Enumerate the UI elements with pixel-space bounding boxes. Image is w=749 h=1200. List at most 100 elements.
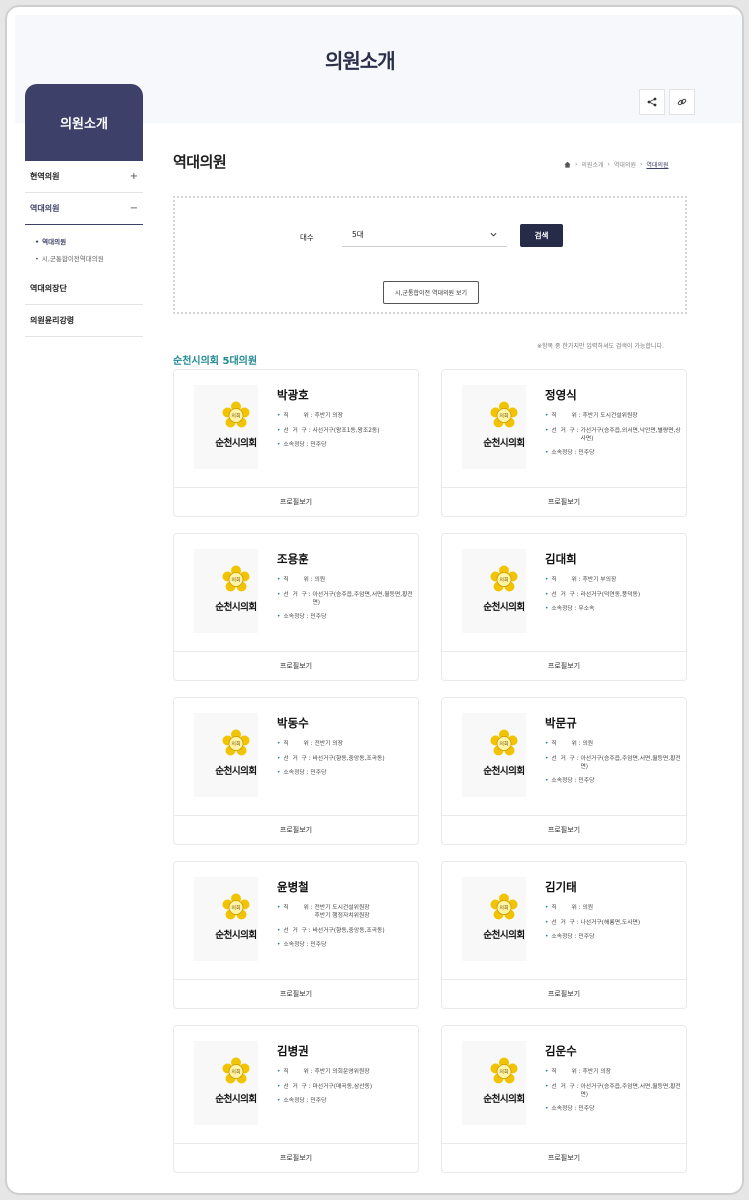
position-value: 후반기 의장	[314, 413, 343, 419]
district-label: 선 거 구 :	[283, 591, 313, 598]
district-row: • 선 거 구 : 아선거구(승주읍,주암면,서면,월등면,황전면)	[545, 755, 683, 771]
sidebar-item-ethics-code[interactable]: 의원윤리강령	[25, 305, 143, 337]
position-value: 의원	[582, 741, 594, 747]
profile-button[interactable]: 프로필보기	[174, 815, 418, 844]
position-label: 직 위 :	[283, 1069, 315, 1075]
profile-button[interactable]: 프로필보기	[174, 651, 418, 680]
party-label: 소속정당 :	[551, 1106, 579, 1112]
district-row: • 선 거 구 : 아선거구(승주읍,주암면,서면,월등면,황전면)	[545, 1083, 683, 1099]
profile-button[interactable]: 프로필보기	[442, 1143, 686, 1172]
member-photo: 의회 순천시의회	[462, 713, 526, 797]
member-photo: 의회 순천시의회	[194, 385, 258, 469]
profile-button[interactable]: 프로필보기	[442, 487, 686, 516]
home-icon[interactable]	[564, 161, 571, 168]
party-label: 소속정당 :	[551, 606, 579, 612]
emblem-text: 의회	[231, 1069, 240, 1076]
term-select[interactable]: 5대	[342, 223, 507, 247]
sidebar-item-former-members[interactable]: 역대의원 −	[25, 193, 143, 225]
search-button[interactable]: 검색	[520, 224, 563, 247]
district-label: 선 거 구 :	[283, 927, 313, 934]
district-row: • 선 거 구 : 가선거구(승주읍,외서면,낙안면,별량면,상사면)	[545, 427, 683, 443]
profile-button[interactable]: 프로필보기	[174, 1143, 418, 1172]
position-row: • 직 위 : 후반기 의장	[277, 412, 415, 420]
sidebar-item-label: 역대의장단	[30, 284, 67, 293]
council-name: 순천시의회	[483, 766, 525, 777]
party-label: 소속정당 :	[283, 1098, 311, 1104]
breadcrumb-item[interactable]: 의원소개	[581, 160, 603, 169]
district-label: 선 거 구 :	[551, 755, 581, 762]
council-emblem-icon: 의회	[222, 729, 250, 756]
council-logo: 의회 순천시의회	[472, 401, 536, 475]
party-value: 민주당	[310, 770, 327, 776]
breadcrumb-current: 역대의원	[646, 162, 669, 169]
breadcrumb-item[interactable]: 역대의원	[614, 160, 636, 169]
sidebar-item-label: 역대의원	[30, 204, 60, 213]
profile-button[interactable]: 프로필보기	[174, 487, 418, 516]
council-name: 순천시의회	[483, 1094, 525, 1105]
party-value: 민주당	[310, 614, 327, 620]
member-name: 정영식	[545, 388, 577, 402]
member-name: 박동수	[277, 716, 309, 730]
collapse-icon: −	[129, 203, 138, 214]
page-title: 역대의원	[173, 153, 227, 171]
member-photo: 의회 순천시의회	[462, 549, 526, 633]
party-row: • 소속정당 : 민주당	[277, 441, 415, 449]
emblem-text: 의회	[231, 905, 240, 912]
pre-merger-members-button[interactable]: 시,군통합이전 역대의원 보기	[383, 281, 479, 304]
party-row: • 소속정당 : 민주당	[277, 1097, 415, 1105]
district-row: • 선 거 구 : 바선거구(향동,중앙동,조곡동)	[277, 755, 415, 763]
chevron-down-icon	[490, 232, 497, 237]
sidebar-item-current-members[interactable]: 현역의원 +	[25, 161, 143, 193]
council-emblem-icon: 의회	[490, 1057, 518, 1084]
position-value: 전반기 의장	[314, 741, 343, 747]
council-logo: 의회 순천시의회	[204, 729, 268, 803]
party-row: • 소속정당 : 민주당	[277, 769, 415, 777]
page-frame: 의원소개 의원소개 현역의원 + 역대의원 − 역대의원 시,군통합이전역대의원…	[5, 5, 744, 1195]
profile-button[interactable]: 프로필보기	[174, 979, 418, 1008]
position-row: • 직 위 : 후반기 의장	[545, 1068, 683, 1076]
council-name: 순천시의회	[215, 766, 257, 777]
position-value: 후반기 의장	[582, 1069, 611, 1075]
link-button[interactable]	[669, 89, 695, 115]
district-value: 바선거구(향동,중앙동,조곡동)	[312, 927, 385, 934]
emblem-text: 의회	[499, 905, 508, 912]
member-info: • 직 위 : 후반기 의장 • 선 거 구 : 아선거구(승주읍,주암면,서면,월…	[545, 1068, 683, 1120]
position-label: 직 위 :	[551, 741, 583, 747]
council-name: 순천시의회	[215, 438, 257, 449]
member-name: 박광호	[277, 388, 309, 402]
district-value: 나선거구(해룡면,도사면)	[580, 919, 641, 926]
council-name: 순천시의회	[215, 602, 257, 613]
profile-button[interactable]: 프로필보기	[442, 979, 686, 1008]
member-info: • 직 위 : 의원 • 선 거 구 : 나선거구(해룡면,도사면) • 소속정당 :…	[545, 904, 683, 948]
district-label: 선 거 구 :	[551, 591, 581, 598]
share-icon	[647, 97, 657, 107]
position-label: 직 위 :	[283, 413, 315, 419]
profile-button[interactable]: 프로필보기	[442, 651, 686, 680]
position-row: • 직 위 : 전반기 도시건설위원장 후반기 행정자치위원장	[277, 904, 415, 920]
position-value: 의원	[582, 905, 594, 911]
sidebar-subitem-pre-merger-members[interactable]: 시,군통합이전역대의원	[35, 253, 104, 263]
member-name: 조용훈	[277, 552, 309, 566]
sidebar-item-former-chairs[interactable]: 역대의장단	[25, 273, 143, 305]
member-info: • 직 위 : 후반기 부의장 • 선 거 구 : 라선거구(덕연동,풍덕동) • 소…	[545, 576, 683, 620]
search-hint: ※항목 중 한가지만 입력하셔도 검색이 가능합니다.	[537, 343, 664, 350]
position-row: • 직 위 : 후반기 부의장	[545, 576, 683, 584]
position-label: 직 위 :	[283, 741, 315, 747]
emblem-text: 의회	[231, 741, 240, 748]
district-value: 사선거구(왕조1동,왕조2동)	[312, 427, 380, 434]
party-value: 민주당	[310, 942, 327, 948]
party-label: 소속정당 :	[283, 614, 311, 620]
member-card: 의회 순천시의회 박광호 • 직 위 : 후반기 의장 • 선 거 구 : 사선거구…	[173, 369, 419, 517]
member-info: • 직 위 : 후반기 의회운영위원장 • 선 거 구 : 마선거구(매곡동,삼산동…	[277, 1068, 415, 1112]
party-row: • 소속정당 : 민주당	[545, 1105, 683, 1113]
share-button[interactable]	[639, 89, 665, 115]
district-value: 라선거구(덕연동,풍덕동)	[580, 591, 641, 598]
party-row: • 소속정당 : 무소속	[545, 605, 683, 613]
profile-button[interactable]: 프로필보기	[442, 815, 686, 844]
member-card: 의회 순천시의회 김병권 • 직 위 : 후반기 의회운영위원장 • 선 거 구 :…	[173, 1025, 419, 1173]
member-name: 김병권	[277, 1044, 309, 1058]
council-name: 순천시의회	[215, 930, 257, 941]
position-value: 후반기 부의장	[582, 577, 617, 583]
position-row: • 직 위 : 의원	[545, 904, 683, 912]
sidebar-subitem-former-members[interactable]: 역대의원	[35, 236, 66, 246]
